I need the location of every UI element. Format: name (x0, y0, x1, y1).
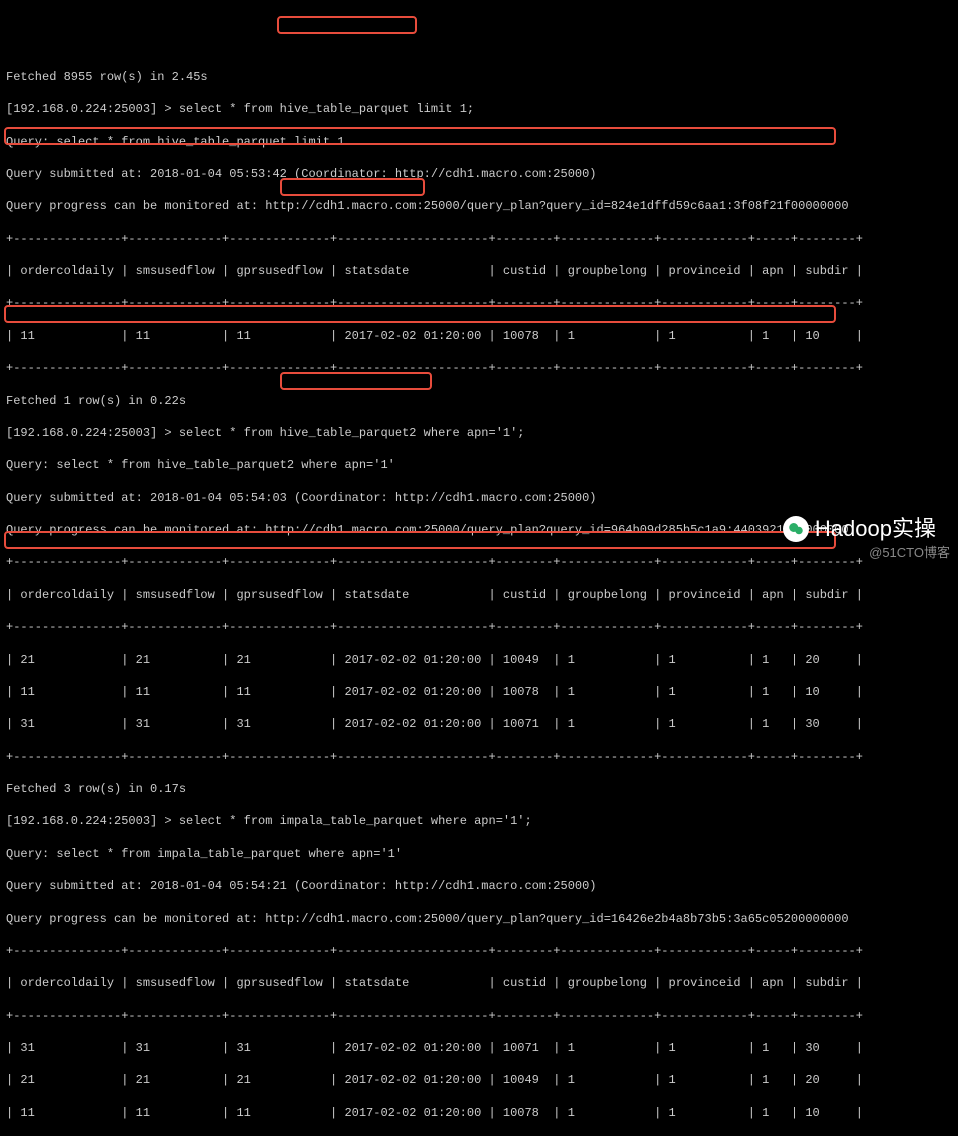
table-name-1: hive_table_parquet (280, 102, 410, 116)
table-header: | ordercoldaily | smsusedflow | gprsused… (6, 263, 952, 279)
table-sep: +---------------+-------------+---------… (6, 295, 952, 311)
table-name-3: impala_table_parquet (280, 814, 424, 828)
terminal-line: [192.168.0.224:25003] > select * from im… (6, 813, 952, 829)
table-sep: +---------------+-------------+---------… (6, 749, 952, 765)
table-row: | 21 | 21 | 21 | 2017-02-02 01:20:00 | 1… (6, 1072, 952, 1088)
terminal-line: Query progress can be monitored at: http… (6, 198, 952, 214)
table-sep: +---------------+-------------+---------… (6, 360, 952, 376)
table-header: | ordercoldaily | smsusedflow | gprsused… (6, 975, 952, 991)
table-row: | 11 | 11 | 11 | 2017-02-02 01:20:00 | 1… (6, 1105, 952, 1121)
table-name-2: hive_table_parquet2 (280, 426, 417, 440)
terminal-line: [192.168.0.224:25003] > select * from hi… (6, 101, 952, 117)
terminal-line: Fetched 1 row(s) in 0.22s (6, 393, 952, 409)
table-sep: +---------------+-------------+---------… (6, 619, 952, 635)
terminal-line: Fetched 3 row(s) in 0.17s (6, 781, 952, 797)
table-row: | 31 | 31 | 31 | 2017-02-02 01:20:00 | 1… (6, 716, 952, 732)
table-row: | 21 | 21 | 21 | 2017-02-02 01:20:00 | 1… (6, 652, 952, 668)
terminal-line: Query submitted at: 2018-01-04 05:53:42 … (6, 166, 952, 182)
watermark: @51CTO博客 (869, 544, 950, 562)
terminal-line: Fetched 8955 row(s) in 2.45s (6, 69, 952, 85)
terminal-line: Query submitted at: 2018-01-04 05:54:21 … (6, 878, 952, 894)
terminal-line: Query progress can be monitored at: http… (6, 911, 952, 927)
table-header: | ordercoldaily | smsusedflow | gprsused… (6, 587, 952, 603)
table-sep: +---------------+-------------+---------… (6, 231, 952, 247)
table-row: | 11 | 11 | 11 | 2017-02-02 01:20:00 | 1… (6, 328, 952, 344)
terminal-line: [192.168.0.224:25003] > select * from hi… (6, 425, 952, 441)
table-row: | 11 | 11 | 11 | 2017-02-02 01:20:00 | 1… (6, 684, 952, 700)
terminal-line: Query submitted at: 2018-01-04 05:54:03 … (6, 490, 952, 506)
highlight-table-1 (277, 16, 417, 34)
table-sep: +---------------+-------------+---------… (6, 1008, 952, 1024)
hadoop-badge: Hadoop实操 (783, 514, 936, 544)
wechat-icon (783, 516, 809, 542)
terminal-line: Query: select * from hive_table_parquet2… (6, 457, 952, 473)
table-sep: +---------------+-------------+---------… (6, 943, 952, 959)
table-sep: +---------------+-------------+---------… (6, 554, 952, 570)
terminal-line: Query: select * from hive_table_parquet … (6, 134, 952, 150)
terminal-line: Query: select * from impala_table_parque… (6, 846, 952, 862)
table-row: | 31 | 31 | 31 | 2017-02-02 01:20:00 | 1… (6, 1040, 952, 1056)
